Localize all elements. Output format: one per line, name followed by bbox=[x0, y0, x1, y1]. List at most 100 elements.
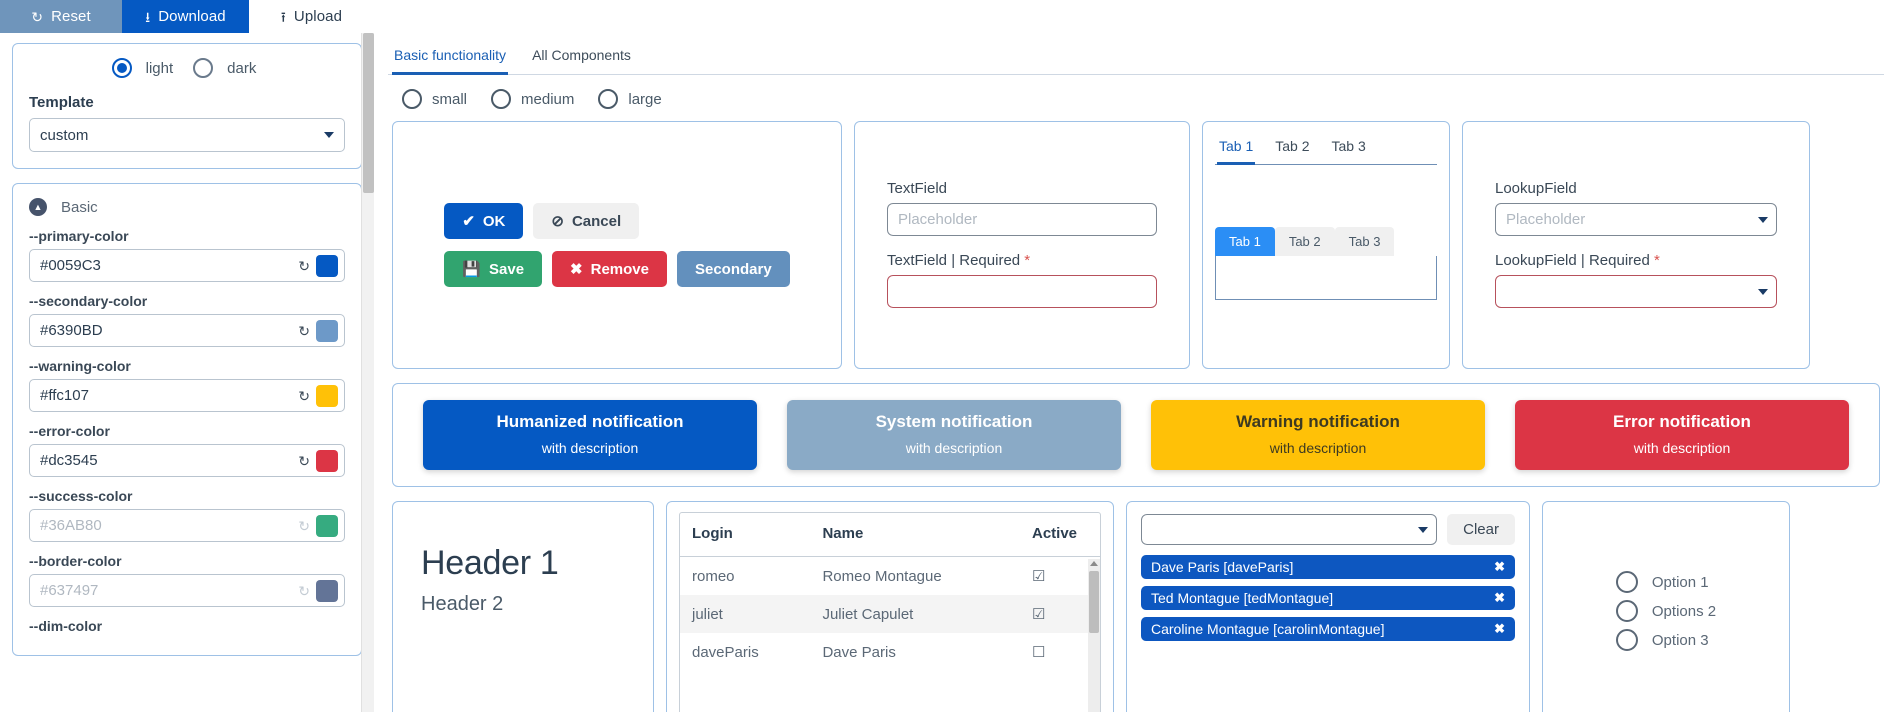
notification-system[interactable]: System notification with description bbox=[787, 400, 1121, 470]
underline-tab-3[interactable]: Tab 3 bbox=[1330, 136, 1368, 164]
notification-humanized[interactable]: Humanized notification with description bbox=[423, 400, 757, 470]
upload-button[interactable]: ⭱ Upload bbox=[249, 0, 374, 33]
top-toolbar: ↻ Reset ⭳ Download ⭱ Upload bbox=[0, 0, 374, 33]
ok-button[interactable]: ✔ OK bbox=[444, 203, 524, 239]
app-root: ↻ Reset ⭳ Download ⭱ Upload light dark T… bbox=[0, 0, 1898, 712]
ban-icon: ⊘ bbox=[551, 213, 564, 230]
color-name-warning: --warning-color bbox=[29, 358, 131, 374]
column-header-login[interactable]: Login bbox=[680, 513, 811, 557]
multiselect-input[interactable] bbox=[1141, 514, 1438, 545]
lookupfield-required-select[interactable] bbox=[1495, 275, 1777, 308]
radio-size-large[interactable] bbox=[598, 89, 619, 109]
underline-tab-2[interactable]: Tab 2 bbox=[1273, 136, 1311, 164]
save-button[interactable]: 💾 Save bbox=[444, 251, 543, 287]
notification-humanized-desc: with description bbox=[541, 440, 639, 456]
color-input-success[interactable]: #36AB80 ↻ bbox=[29, 509, 345, 542]
table-row[interactable]: romeo Romeo Montague ☑ bbox=[680, 557, 1100, 596]
color-input-primary[interactable]: #0059C3 ↻ bbox=[29, 249, 345, 282]
color-value-border: #637497 bbox=[40, 582, 99, 599]
reset-color-icon[interactable]: ↻ bbox=[298, 389, 310, 403]
scrollbar-thumb[interactable] bbox=[1089, 571, 1099, 633]
close-icon[interactable]: ✖ bbox=[1494, 590, 1505, 606]
basic-colors-panel: ▲ Basic --primary-color #0059C3 ↻ --seco… bbox=[12, 183, 362, 656]
color-swatch-primary[interactable] bbox=[316, 254, 338, 277]
radio-option-3[interactable] bbox=[1615, 629, 1638, 651]
upload-button-label: Upload bbox=[293, 8, 343, 25]
color-swatch-secondary[interactable] bbox=[316, 319, 338, 342]
notification-error[interactable]: Error notification with description bbox=[1515, 400, 1849, 470]
color-name-secondary: --secondary-color bbox=[29, 293, 148, 309]
demo-row-bottom: Header 1 Header 2 Login Name Active rome… bbox=[388, 487, 1884, 712]
cell-login: juliet bbox=[692, 605, 723, 623]
radio-size-medium-label: medium bbox=[521, 90, 575, 108]
download-button[interactable]: ⭳ Download bbox=[122, 0, 249, 33]
tab-basic-functionality[interactable]: Basic functionality bbox=[392, 43, 509, 75]
buttons-card: ✔ OK ⊘ Cancel 💾 Save ✖ Remove Secondary bbox=[392, 121, 842, 369]
column-header-name[interactable]: Name bbox=[810, 513, 1020, 557]
option-2[interactable]: Options 2 bbox=[1615, 600, 1716, 622]
reset-color-icon[interactable]: ↻ bbox=[298, 584, 310, 598]
header-2: Header 2 bbox=[421, 593, 504, 615]
textfields-card: TextField Placeholder TextField | Requir… bbox=[854, 121, 1190, 369]
radio-option-2[interactable] bbox=[1615, 600, 1638, 622]
pill-tab-2[interactable]: Tab 2 bbox=[1274, 227, 1335, 256]
reset-color-icon[interactable]: ↻ bbox=[298, 259, 310, 273]
reset-button-label: Reset bbox=[51, 8, 91, 25]
radio-size-medium[interactable] bbox=[491, 89, 512, 109]
textfield-required-input[interactable] bbox=[887, 275, 1157, 308]
table-row[interactable]: juliet Juliet Capulet ☑ bbox=[680, 595, 1100, 633]
color-input-border[interactable]: #637497 ↻ bbox=[29, 574, 345, 607]
tab-all-components[interactable]: All Components bbox=[530, 43, 633, 74]
secondary-button[interactable]: Secondary bbox=[676, 251, 790, 287]
table-card: Login Name Active romeo Romeo Montague ☑ bbox=[666, 501, 1114, 712]
table-row[interactable]: daveParis Dave Paris ☐ bbox=[680, 633, 1100, 671]
chip-label: Ted Montague [tedMontague] bbox=[1151, 590, 1334, 606]
sidebar-scrollbar[interactable] bbox=[361, 33, 374, 712]
color-input-warning[interactable]: #ffc107 ↻ bbox=[29, 379, 345, 412]
template-select[interactable]: custom bbox=[29, 118, 345, 152]
pill-tab-1[interactable]: Tab 1 bbox=[1215, 227, 1275, 256]
chip-ted-montague[interactable]: Ted Montague [tedMontague] ✖ bbox=[1141, 586, 1515, 610]
cell-name: Juliet Capulet bbox=[822, 605, 914, 623]
color-swatch-warning[interactable] bbox=[316, 384, 338, 407]
radio-theme-dark[interactable] bbox=[193, 58, 214, 78]
option-1[interactable]: Option 1 bbox=[1615, 571, 1716, 593]
notification-error-title: Error notification bbox=[1613, 412, 1751, 431]
color-input-secondary[interactable]: #6390BD ↻ bbox=[29, 314, 345, 347]
clear-button[interactable]: Clear bbox=[1447, 514, 1515, 545]
chip-caroline-montague[interactable]: Caroline Montague [carolinMontague] ✖ bbox=[1141, 617, 1515, 641]
notification-warning[interactable]: Warning notification with description bbox=[1151, 400, 1485, 470]
reset-color-icon[interactable]: ↻ bbox=[298, 454, 310, 468]
reset-color-icon[interactable]: ↻ bbox=[298, 324, 310, 338]
textfield-input[interactable]: Placeholder bbox=[887, 203, 1157, 236]
color-swatch-error[interactable] bbox=[316, 449, 338, 472]
remove-button[interactable]: ✖ Remove bbox=[552, 251, 667, 287]
multiselect-row: Clear bbox=[1141, 514, 1515, 545]
table-scrollbar[interactable] bbox=[1088, 559, 1100, 712]
lookupfield-select[interactable]: Placeholder bbox=[1495, 203, 1777, 236]
radio-size-small[interactable] bbox=[402, 89, 422, 109]
reset-color-icon[interactable]: ↻ bbox=[298, 519, 310, 533]
close-icon[interactable]: ✖ bbox=[1494, 621, 1505, 637]
color-name-dim: --dim-color bbox=[29, 618, 103, 634]
radio-size-large-label: large bbox=[628, 90, 662, 108]
color-swatch-success[interactable] bbox=[316, 514, 338, 537]
pill-tab-3[interactable]: Tab 3 bbox=[1334, 227, 1395, 256]
radio-option-1[interactable] bbox=[1615, 571, 1638, 593]
color-input-error[interactable]: #dc3545 ↻ bbox=[29, 444, 345, 477]
cell-name: Romeo Montague bbox=[822, 567, 942, 585]
lookupfield-label: LookupField bbox=[1495, 180, 1577, 197]
basic-section-header[interactable]: ▲ Basic bbox=[29, 198, 345, 216]
scroll-up-icon[interactable] bbox=[1090, 561, 1098, 566]
scrollbar-thumb[interactable] bbox=[363, 33, 374, 193]
chevron-up-icon: ▲ bbox=[29, 198, 47, 216]
chip-dave-paris[interactable]: Dave Paris [daveParis] ✖ bbox=[1141, 555, 1515, 579]
cancel-button[interactable]: ⊘ Cancel bbox=[533, 203, 640, 239]
radio-theme-light[interactable] bbox=[111, 58, 132, 78]
option-3[interactable]: Option 3 bbox=[1615, 629, 1716, 651]
reset-button[interactable]: ↻ Reset bbox=[0, 0, 122, 33]
underline-tab-1[interactable]: Tab 1 bbox=[1217, 136, 1256, 165]
color-swatch-border[interactable] bbox=[316, 579, 338, 602]
column-header-active[interactable]: Active bbox=[1020, 513, 1100, 557]
close-icon[interactable]: ✖ bbox=[1494, 559, 1505, 575]
